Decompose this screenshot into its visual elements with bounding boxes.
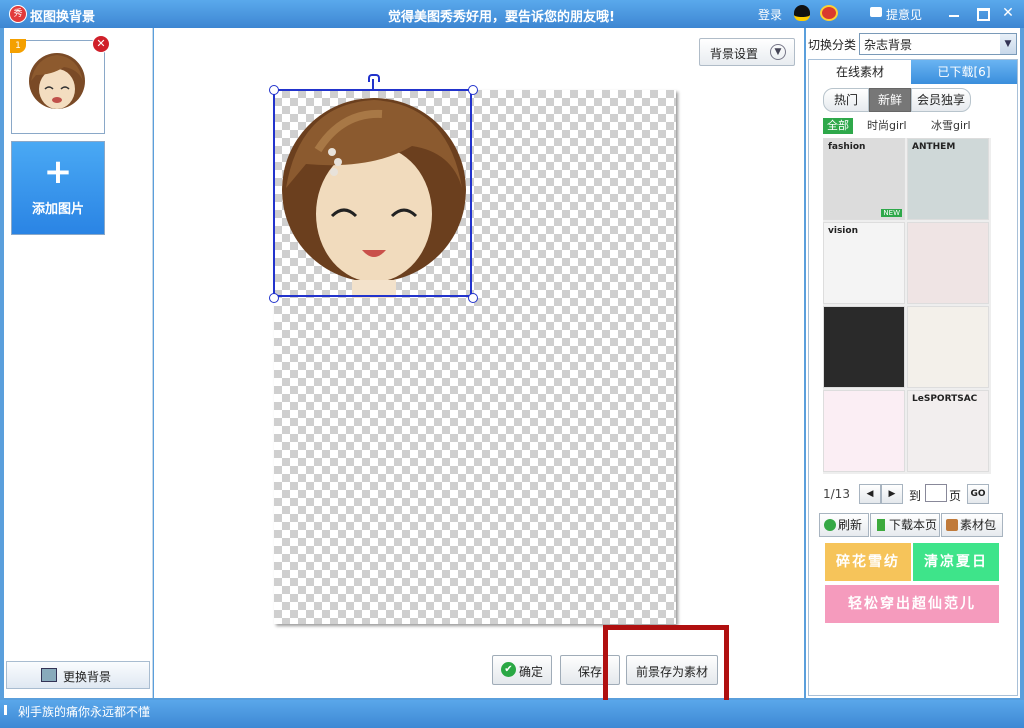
resize-handle-top-right[interactable] [468, 85, 478, 95]
confirm-label: 确定 [519, 665, 544, 679]
change-background-button[interactable]: 更换背景 [6, 661, 150, 689]
material-tile[interactable] [823, 306, 905, 388]
download-page-label: 下载本页 [889, 518, 938, 532]
category-value: 杂志背景 [864, 38, 913, 52]
rotation-handle[interactable] [368, 74, 380, 82]
promo-banner-3[interactable]: 轻松穿出超仙范儿 [825, 585, 999, 623]
thumbnail-face-image [29, 53, 85, 109]
resize-handle-bottom-left[interactable] [269, 293, 279, 303]
download-page-button[interactable]: 下载本页 [870, 513, 940, 537]
material-tile[interactable]: fashion NEW [823, 138, 905, 220]
minimize-button[interactable] [944, 4, 964, 22]
material-tile[interactable] [907, 222, 989, 304]
pagination: 1/13 ◀ ▶ 到 页 GO [823, 484, 1013, 504]
weibo-icon[interactable] [820, 5, 838, 21]
tab-downloaded[interactable]: 已下载[6] [911, 60, 1017, 84]
window-title: 抠图换背景 [30, 10, 96, 25]
chevron-down-icon: ▼ [770, 44, 786, 60]
page-number-input[interactable] [925, 484, 947, 502]
plus-icon: + [43, 152, 73, 192]
highlight-annotation [603, 625, 729, 706]
subcategory-all[interactable]: 全部 [823, 118, 853, 134]
page-count: 1/13 [823, 487, 850, 501]
material-tile[interactable]: LeSPORTSAC [907, 390, 989, 472]
image-list-panel: 1 ✕ + 添加图片 更换背景 [4, 28, 153, 698]
promo-banner-1[interactable]: 碎花雪纺 [825, 543, 911, 581]
add-image-button[interactable]: + 添加图片 [11, 141, 105, 235]
material-tile-caption: ANTHEM [912, 142, 956, 152]
slogan-text: 觉得美图秀秀好用，要告诉您的朋友哦! [388, 10, 615, 25]
resize-handle-top-left[interactable] [269, 85, 279, 95]
remove-image-icon[interactable]: ✕ [92, 35, 110, 53]
material-tile[interactable] [823, 390, 905, 472]
feedback-icon [870, 7, 882, 17]
status-bar: 剁手族的痛你永远都不懂 [0, 700, 1024, 728]
chevron-down-icon: ▼ [1000, 34, 1016, 54]
material-pack-button[interactable]: 素材包 [941, 513, 1003, 537]
category-label: 切换分类 [808, 38, 857, 52]
maximize-button[interactable] [972, 4, 992, 22]
image-thumbnail[interactable]: 1 ✕ [10, 35, 110, 134]
category-select[interactable]: 杂志背景 ▼ [859, 33, 1017, 55]
change-background-icon [41, 668, 57, 682]
refresh-button[interactable]: 刷新 [819, 513, 869, 537]
download-icon [877, 519, 885, 531]
thumbnail-index-badge: 1 [10, 39, 26, 53]
selection-box[interactable] [273, 89, 472, 297]
app-logo-icon: 秀 [9, 5, 27, 23]
material-panel: 切换分类 杂志背景 ▼ 在线素材 已下载[6] 热门 新鲜 会员独享 全部 时尚… [806, 28, 1020, 698]
previous-page-button[interactable]: ◀ [859, 484, 881, 504]
refresh-icon [824, 519, 836, 531]
canvas-area: 背景设置 ▼ ✔ 确定 保存 前景存为素材 [154, 28, 804, 706]
package-icon [946, 519, 958, 531]
material-box: 在线素材 已下载[6] 热门 新鲜 会员独享 全部 时尚girl 冰雪girl … [808, 59, 1018, 696]
confirm-button[interactable]: ✔ 确定 [492, 655, 552, 685]
material-tile-caption: LeSPORTSAC [912, 394, 978, 404]
speaker-icon [4, 705, 17, 715]
go-button[interactable]: GO [967, 484, 989, 504]
material-tile[interactable] [907, 306, 989, 388]
feedback-link[interactable]: 提意见 [886, 6, 922, 23]
login-link[interactable]: 登录 [758, 6, 782, 23]
resize-handle-bottom-right[interactable] [468, 293, 478, 303]
tab-online-material[interactable]: 在线素材 [809, 60, 911, 84]
promo-banner-2[interactable]: 清凉夏日 [913, 543, 999, 581]
close-button[interactable]: ✕ [998, 4, 1018, 22]
add-image-label: 添加图片 [31, 202, 84, 217]
segment-new[interactable]: 新鲜 [869, 88, 911, 112]
material-tile-caption: fashion [828, 142, 866, 152]
material-tile-caption: vision [828, 226, 858, 236]
refresh-label: 刷新 [838, 518, 863, 532]
material-tile[interactable]: ANTHEM [907, 138, 989, 220]
title-bar: 秀 抠图换背景 觉得美图秀秀好用，要告诉您的朋友哦! 登录 提意见 ✕ [0, 0, 1024, 28]
qq-icon[interactable] [794, 5, 810, 21]
segment-vip[interactable]: 会员独享 [911, 88, 971, 112]
subcategory-ice-girl[interactable]: 冰雪girl [931, 118, 971, 134]
material-tile[interactable]: vision [823, 222, 905, 304]
subcategory-fashion-girl[interactable]: 时尚girl [867, 118, 907, 134]
goto-label: 到 [909, 489, 922, 503]
background-settings-button[interactable]: 背景设置 ▼ [699, 38, 795, 66]
material-pack-label: 素材包 [960, 518, 997, 532]
page-unit-label: 页 [949, 489, 962, 503]
segment-hot[interactable]: 热门 [823, 88, 869, 112]
status-text[interactable]: 剁手族的痛你永远都不懂 [18, 703, 150, 720]
next-page-button[interactable]: ▶ [881, 484, 903, 504]
material-grid: fashion NEW ANTHEM vision LeSPORTSAC [823, 138, 991, 474]
change-background-label: 更换背景 [63, 670, 112, 684]
background-settings-label: 背景设置 [710, 47, 759, 61]
new-badge: NEW [881, 209, 902, 217]
